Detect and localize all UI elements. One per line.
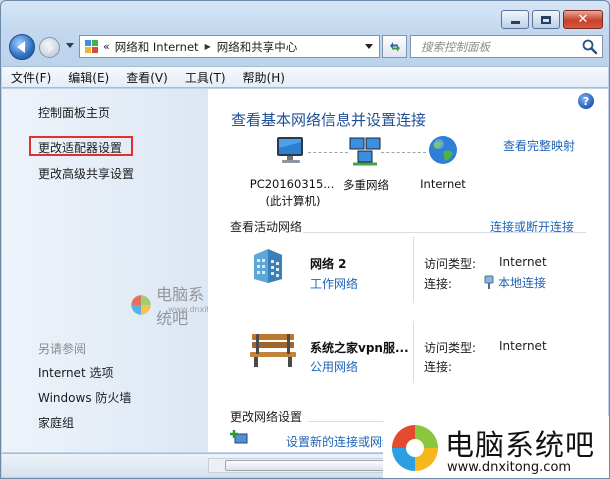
map-node-multiple-networks-label: 多重网络: [343, 178, 389, 192]
watermark-small: 电脑系统吧 www.dnxitong.com: [130, 281, 244, 329]
watermark-large: 电脑系统吧 www.dnxitong.com: [383, 416, 609, 478]
close-button[interactable]: ✕: [563, 10, 603, 29]
link-control-panel-home[interactable]: 控制面板主页: [38, 104, 110, 121]
watermark-large-logo-icon: [392, 425, 438, 471]
breadcrumb-overflow-icon[interactable]: «: [103, 40, 110, 53]
network-2-access-label: 访问类型:: [424, 341, 477, 355]
refresh-button[interactable]: [382, 35, 407, 58]
link-change-adapter-settings[interactable]: 更改适配器设置: [38, 139, 122, 156]
public-network-bench-icon[interactable]: [248, 332, 298, 368]
menu-file[interactable]: 文件(F): [11, 69, 51, 86]
change-settings-title: 更改网络设置: [230, 410, 303, 424]
control-panel-icon: [85, 39, 99, 54]
watermark-large-text: 电脑系统吧: [445, 428, 596, 462]
map-node-this-computer[interactable]: [274, 134, 308, 170]
link-internet-options[interactable]: Internet 选项: [38, 364, 113, 381]
link-homegroup[interactable]: 家庭组: [38, 414, 74, 431]
menu-help[interactable]: 帮助(H): [243, 69, 285, 86]
network-1-access-value: Internet: [499, 255, 547, 269]
map-connector: [381, 152, 426, 153]
breadcrumb-separator-icon[interactable]: ▶: [205, 42, 211, 51]
back-arrow-icon: [17, 41, 25, 53]
view-full-map-link[interactable]: 查看完整映射: [503, 137, 575, 154]
address-dropdown-icon[interactable]: [365, 44, 373, 49]
close-icon: ✕: [577, 12, 589, 27]
network-2-access-value: Internet: [499, 339, 547, 353]
section-divider: [303, 232, 586, 233]
network-1-connection-link[interactable]: 本地连接: [484, 274, 546, 291]
map-node-internet-label: Internet: [420, 177, 466, 191]
network-1-connection-label: 连接:: [424, 277, 453, 291]
search-input[interactable]: [421, 39, 581, 54]
multiple-networks-icon: [349, 137, 381, 166]
network-2-type-link[interactable]: 公用网络: [310, 358, 358, 375]
link-windows-firewall[interactable]: Windows 防火墙: [38, 389, 131, 406]
page-title: 查看基本网络信息并设置连接: [231, 111, 427, 129]
left-task-pane: 控制面板主页 更改适配器设置 更改高级共享设置 电脑系统吧 www.dnxito…: [2, 89, 244, 452]
network-1-connection-name[interactable]: 本地连接: [498, 276, 546, 290]
link-change-advanced-sharing[interactable]: 更改高级共享设置: [38, 165, 134, 182]
minimize-button[interactable]: [501, 10, 529, 29]
network-1-access-label: 访问类型:: [424, 257, 477, 271]
forward-button[interactable]: [39, 37, 60, 58]
minimize-icon: [510, 21, 520, 24]
watermark-logo-icon: [131, 295, 151, 315]
recent-pages-dropdown[interactable]: [66, 43, 74, 48]
menu-edit[interactable]: 编辑(E): [68, 69, 109, 86]
network-2-divider: [413, 321, 414, 383]
setup-new-connection-link[interactable]: 设置新的连接或网络: [286, 433, 394, 450]
navigation-bar: « 网络和 Internet ▶ 网络和共享中心: [9, 34, 603, 60]
ethernet-icon: [484, 275, 494, 289]
network-1-type-link[interactable]: 工作网络: [310, 275, 358, 292]
work-network-icon[interactable]: [248, 245, 288, 283]
menu-view[interactable]: 查看(V): [126, 69, 168, 86]
breadcrumb-network-internet[interactable]: 网络和 Internet: [115, 39, 199, 55]
back-button[interactable]: [9, 34, 35, 60]
maximize-button[interactable]: [532, 10, 560, 29]
menu-tools[interactable]: 工具(T): [185, 69, 226, 86]
breadcrumb: « 网络和 Internet ▶ 网络和共享中心: [103, 39, 365, 55]
forward-arrow-icon: [47, 42, 54, 53]
main-content: ? 查看基本网络信息并设置连接 查看完整映射 PC20160315... (此计…: [208, 89, 608, 452]
new-connection-icon: [230, 430, 248, 444]
scrollbar-thumb[interactable]: [225, 460, 385, 471]
control-panel-window: ✕ « 网络和 Internet ▶ 网络和共享中心 搜索控制面板 文件(F) …: [0, 0, 610, 479]
search-box[interactable]: [410, 35, 603, 58]
map-node-multiple-networks[interactable]: [348, 134, 382, 170]
maximize-icon: [541, 15, 551, 24]
address-bar[interactable]: « 网络和 Internet ▶ 网络和共享中心: [79, 35, 380, 58]
see-also-title: 另请参阅: [38, 342, 87, 356]
network-2-connection-label: 连接:: [424, 360, 453, 374]
computer-icon: [277, 137, 303, 163]
network-1-divider: [413, 237, 414, 303]
help-icon[interactable]: ?: [578, 93, 594, 109]
map-node-internet[interactable]: [426, 134, 460, 170]
globe-icon: [429, 136, 457, 164]
map-node-pc-sublabel: (此计算机): [265, 194, 321, 208]
caption-buttons: ✕: [498, 10, 603, 29]
network-2-name: 系统之家vpn服...: [310, 341, 409, 355]
breadcrumb-network-sharing-center[interactable]: 网络和共享中心: [217, 39, 298, 55]
network-1-name: 网络 2: [310, 257, 347, 271]
search-icon[interactable]: [581, 38, 599, 56]
watermark-large-url: www.dnxitong.com: [447, 460, 572, 475]
active-networks-title: 查看活动网络: [230, 220, 303, 234]
map-connector: [308, 152, 348, 153]
refresh-icon: [389, 41, 400, 52]
menu-bar: 文件(F) 编辑(E) 查看(V) 工具(T) 帮助(H): [2, 66, 608, 88]
